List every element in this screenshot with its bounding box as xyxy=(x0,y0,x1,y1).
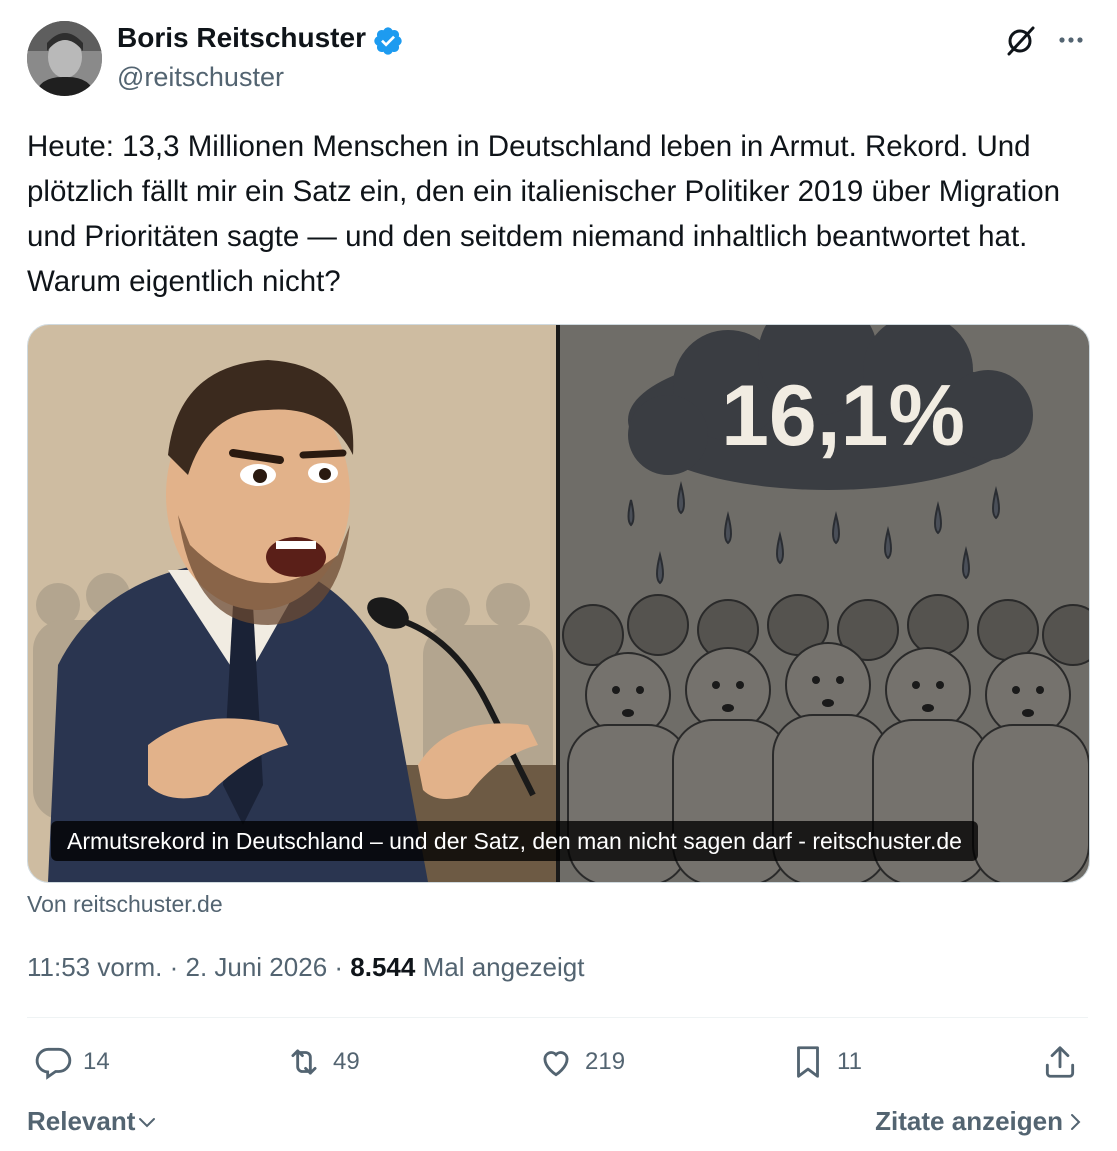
show-quotes-link[interactable]: Zitate anzeigen xyxy=(875,1106,1087,1137)
meta-separator: · xyxy=(334,952,351,982)
bookmark-button[interactable]: 11 xyxy=(789,1042,862,1082)
bookmark-count: 11 xyxy=(837,1048,862,1075)
tweet-text: Heute: 13,3 Millionen Menschen in Deutsc… xyxy=(27,130,1061,298)
sort-label: Relevant xyxy=(27,1106,136,1136)
bookmark-icon xyxy=(797,1046,819,1078)
view-count: 8.544 xyxy=(350,952,416,982)
share-button[interactable] xyxy=(1041,1042,1089,1082)
tweet-meta: 11:53 vorm. · 2. Juni 2026 · 8.544 Mal a… xyxy=(27,952,584,983)
reply-icon xyxy=(35,1047,72,1080)
more-icon[interactable] xyxy=(1053,22,1089,58)
tweet-date[interactable]: 2. Juni 2026 xyxy=(185,952,327,982)
author-name[interactable]: Boris Reitschuster xyxy=(117,22,366,54)
sort-replies-dropdown[interactable]: Relevant xyxy=(27,1106,159,1137)
quotes-label: Zitate anzeigen xyxy=(875,1106,1063,1136)
meta-separator: · xyxy=(169,952,186,982)
divider xyxy=(27,1017,1088,1018)
like-icon xyxy=(543,1051,569,1077)
link-card-caption[interactable]: Armutsrekord in Deutschland – und der Sa… xyxy=(51,821,978,861)
view-label: Mal angezeigt xyxy=(422,952,585,982)
grok-icon[interactable] xyxy=(1003,24,1037,58)
repost-icon xyxy=(291,1049,317,1075)
reply-button[interactable]: 14 xyxy=(35,1042,110,1082)
tweet-time[interactable]: 11:53 vorm. xyxy=(27,952,162,982)
cloud-percentage: 16,1% xyxy=(721,368,965,464)
author-handle[interactable]: @reitschuster xyxy=(117,62,284,93)
link-card-image[interactable]: 16,1% Armutsrekord in Deutschland – und … xyxy=(27,324,1090,883)
verified-badge-icon xyxy=(374,27,402,55)
link-source[interactable]: Von reitschuster.de xyxy=(27,891,223,918)
share-icon xyxy=(1045,1046,1075,1078)
avatar[interactable] xyxy=(27,21,102,96)
chevron-right-icon xyxy=(1071,1113,1081,1130)
chevron-down-icon xyxy=(139,1117,156,1127)
repost-button[interactable]: 49 xyxy=(285,1042,360,1082)
repost-count: 49 xyxy=(333,1048,360,1075)
like-count: 219 xyxy=(585,1048,626,1075)
like-button[interactable]: 219 xyxy=(537,1042,625,1082)
reply-count: 14 xyxy=(83,1048,110,1075)
